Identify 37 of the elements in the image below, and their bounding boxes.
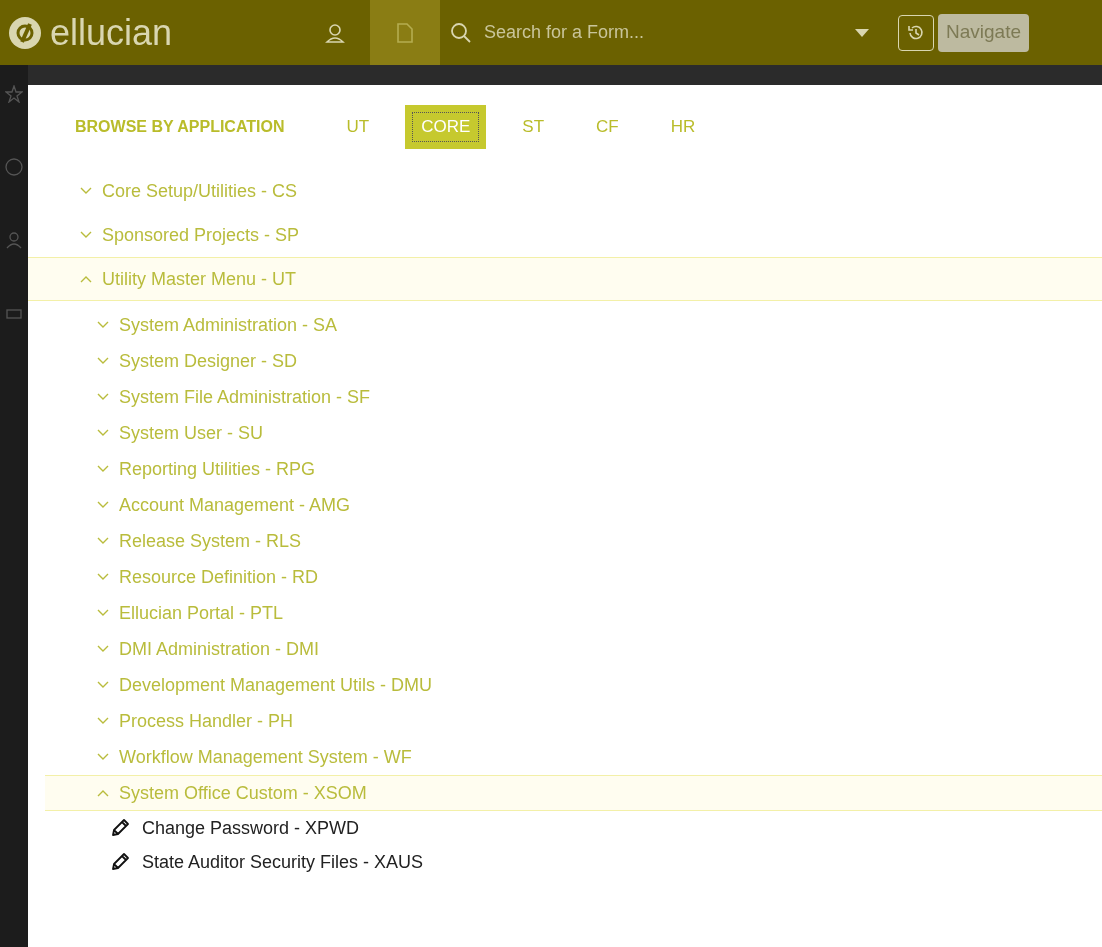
search-icon — [450, 21, 472, 44]
application-tab[interactable]: CF — [580, 105, 635, 149]
menu-item[interactable]: System User - SU — [119, 419, 264, 447]
form-item[interactable]: Change Password - XPWD — [62, 811, 1102, 845]
menu-item[interactable]: Reporting Utilities - RPG — [119, 455, 316, 483]
menu-item[interactable]: System Office Custom - XSOM — [119, 779, 367, 807]
user-icon — [5, 231, 23, 249]
menu-item[interactable]: Sponsored Projects - SP — [102, 221, 300, 249]
history-button[interactable] — [898, 14, 934, 51]
menu-item[interactable]: Core Setup/Utilities - CS — [102, 177, 298, 205]
form-item[interactable]: State Auditor Security Files - XAUS — [62, 845, 1102, 879]
menu-item[interactable]: Ellucian Portal - PTL — [119, 599, 284, 627]
menu-item[interactable]: System File Administration - SF — [119, 383, 371, 411]
application-tab[interactable]: UT — [330, 105, 386, 149]
navigate-button[interactable]: Navigate — [938, 13, 1029, 52]
browse-heading: BROWSE BY APPLICATION — [75, 117, 285, 137]
pencil-icon — [110, 852, 130, 872]
document-icon[interactable] — [370, 0, 440, 65]
dropdown-caret-icon — [854, 27, 870, 38]
menu-item[interactable]: DMI Administration - DMI — [119, 635, 320, 663]
menu-item[interactable]: Workflow Management System - WF — [119, 743, 412, 771]
star-icon — [5, 85, 23, 103]
logo-icon — [8, 15, 42, 50]
menu-item[interactable]: Account Management - AMG — [119, 491, 351, 519]
menu-item[interactable]: Utility Master Menu - UT — [102, 265, 297, 293]
search-field[interactable]: Search for a Form... — [484, 19, 842, 46]
menu-item[interactable]: Development Management Utils - DMU — [119, 671, 433, 699]
menu-item[interactable]: Process Handler - PH — [119, 707, 294, 735]
menu-item[interactable]: System Designer - SD — [119, 347, 298, 375]
application-tab[interactable]: CORE — [405, 105, 487, 149]
menu-item[interactable]: Resource Definition - RD — [119, 563, 319, 591]
application-tab[interactable]: HR — [654, 105, 712, 149]
menu-item[interactable]: Release System - RLS — [119, 527, 302, 555]
pencil-icon — [110, 818, 130, 838]
logo-text: ellucian — [50, 14, 173, 51]
application-tab[interactable]: ST — [506, 105, 561, 149]
menu-item[interactable]: System Administration - SA — [119, 311, 338, 339]
